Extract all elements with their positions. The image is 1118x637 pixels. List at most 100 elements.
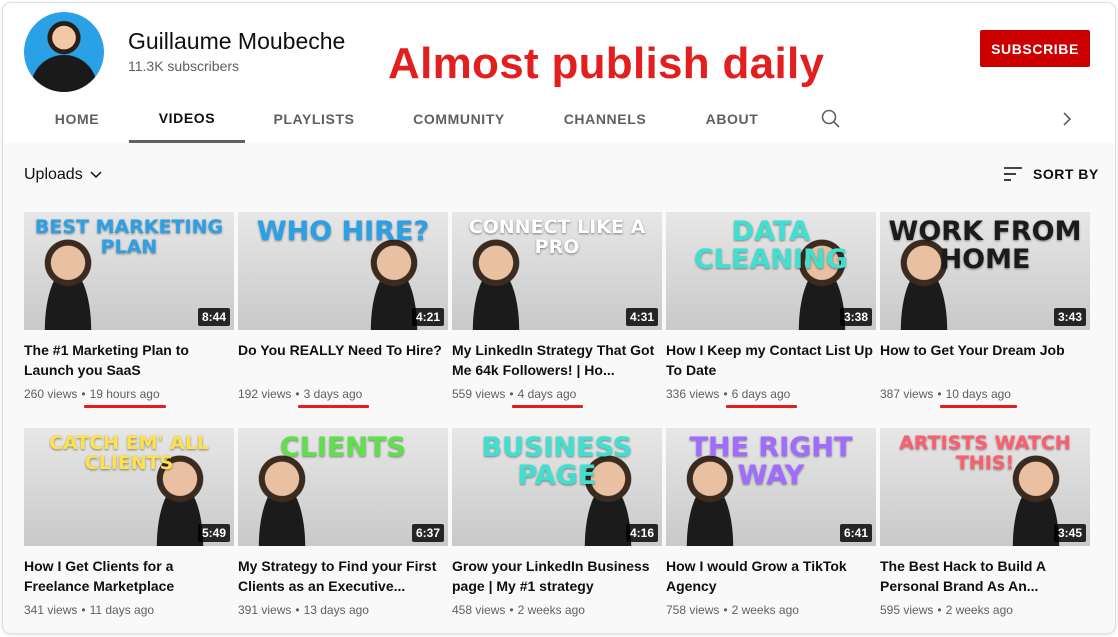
- tab-playlists[interactable]: PLAYLISTS: [273, 95, 354, 143]
- video-thumbnail[interactable]: WORK FROM HOME 3:43: [880, 212, 1090, 330]
- subscribe-button[interactable]: SUBSCRIBE: [980, 30, 1090, 67]
- video-meta: 341 views • 11 days ago: [24, 603, 234, 617]
- thumbnail-text: ARTISTS WATCH THIS!: [899, 432, 1071, 474]
- video-thumbnail[interactable]: DATA CLEANING 3:38: [666, 212, 876, 330]
- video-age: 6 days ago: [731, 387, 791, 401]
- video-age: 13 days ago: [303, 603, 369, 617]
- thumbnail-text: BUSINESS PAGE: [481, 432, 633, 492]
- channel-tabs: HOME VIDEOS PLAYLISTS COMMUNITY CHANNELS…: [3, 95, 1115, 143]
- video-title[interactable]: Do You REALLY Need To Hire?: [238, 340, 448, 380]
- video-title[interactable]: The #1 Marketing Plan to Launch you SaaS: [24, 340, 234, 380]
- meta-separator: •: [81, 603, 86, 617]
- video-views: 595 views: [880, 603, 934, 617]
- thumbnail-text: WHO HIRE?: [256, 216, 430, 247]
- video-card[interactable]: WHO HIRE? 4:21 Do You REALLY Need To Hire?…: [238, 212, 448, 408]
- video-age: 2 weeks ago: [731, 603, 799, 617]
- meta-separator: •: [723, 387, 728, 401]
- video-duration: 8:44: [197, 308, 230, 326]
- video-duration: 3:43: [1053, 308, 1086, 326]
- video-views: 391 views: [238, 603, 292, 617]
- meta-separator: •: [509, 603, 514, 617]
- video-card[interactable]: CLIENTS 6:37 My Strategy to Find your Firs…: [238, 428, 448, 617]
- video-card[interactable]: THE RIGHT WAY 6:41 How I would Grow a TikT…: [666, 428, 876, 617]
- meta-separator: •: [81, 387, 86, 401]
- video-views: 192 views: [238, 387, 292, 401]
- red-underline-annotation: [512, 405, 583, 408]
- video-views: 336 views: [666, 387, 720, 401]
- video-title[interactable]: Grow your LinkedIn Business page | My #1…: [452, 556, 662, 596]
- red-underline-annotation: [84, 405, 166, 408]
- video-age: 10 days ago: [945, 387, 1011, 401]
- video-title[interactable]: How I Keep my Contact List Up To Date: [666, 340, 876, 380]
- video-age: 2 weeks ago: [517, 603, 585, 617]
- video-thumbnail[interactable]: BUSINESS PAGE 4:16: [452, 428, 662, 546]
- tab-community[interactable]: COMMUNITY: [413, 95, 504, 143]
- channel-avatar[interactable]: [24, 12, 104, 92]
- video-duration: 3:45: [1053, 524, 1086, 542]
- video-thumbnail[interactable]: CONNECT LIKE A PRO 4:31: [452, 212, 662, 330]
- video-views: 387 views: [880, 387, 934, 401]
- video-meta: 595 views • 2 weeks ago: [880, 603, 1090, 617]
- chevron-down-icon: [90, 171, 102, 179]
- sort-by-button[interactable]: SORT BY: [1003, 166, 1099, 182]
- video-title[interactable]: How I Get Clients for a Freelance Market…: [24, 556, 234, 596]
- chevron-right-icon[interactable]: [1055, 107, 1079, 131]
- sort-by-label: SORT BY: [1033, 166, 1099, 182]
- thumbnail-text: WORK FROM HOME: [888, 216, 1082, 276]
- video-views: 758 views: [666, 603, 720, 617]
- channel-header: Guillaume Moubeche 11.3K subscribers Alm…: [3, 3, 1115, 143]
- video-title[interactable]: How to Get Your Dream Job: [880, 340, 1090, 380]
- video-card[interactable]: CATCH EM' ALL CLIENTS 5:49 How I Get Clien…: [24, 428, 234, 617]
- video-meta: 758 views • 2 weeks ago: [666, 603, 876, 617]
- red-underline-annotation: [940, 405, 1017, 408]
- meta-separator: •: [937, 387, 942, 401]
- video-duration: 5:49: [197, 524, 230, 542]
- video-thumbnail[interactable]: BEST MARKETING PLAN 8:44: [24, 212, 234, 330]
- meta-separator: •: [723, 603, 728, 617]
- uploads-dropdown[interactable]: Uploads: [24, 166, 103, 184]
- thumbnail-text: BEST MARKETING PLAN: [34, 216, 224, 258]
- video-card[interactable]: BEST MARKETING PLAN 8:44 The #1 Marketing …: [24, 212, 234, 408]
- video-title[interactable]: My LinkedIn Strategy That Got Me 64k Fol…: [452, 340, 662, 380]
- tab-home[interactable]: HOME: [55, 95, 99, 143]
- thumbnail-person: [246, 450, 318, 546]
- video-thumbnail[interactable]: CATCH EM' ALL CLIENTS 5:49: [24, 428, 234, 546]
- search-icon[interactable]: [819, 107, 843, 131]
- tab-videos[interactable]: VIDEOS: [129, 95, 245, 143]
- video-meta: 260 views • 19 hours ago: [24, 387, 234, 401]
- video-card[interactable]: WORK FROM HOME 3:43 How to Get Your Dream …: [880, 212, 1090, 408]
- video-card[interactable]: BUSINESS PAGE 4:16 Grow your LinkedIn Busi…: [452, 428, 662, 617]
- video-title[interactable]: My Strategy to Find your First Clients a…: [238, 556, 448, 596]
- video-age: 3 days ago: [303, 387, 363, 401]
- tab-about[interactable]: ABOUT: [706, 95, 758, 143]
- video-duration: 4:31: [625, 308, 658, 326]
- tab-channels[interactable]: CHANNELS: [564, 95, 646, 143]
- meta-separator: •: [295, 603, 300, 617]
- meta-separator: •: [509, 387, 514, 401]
- channel-name: Guillaume Moubeche: [128, 28, 346, 54]
- video-card[interactable]: CONNECT LIKE A PRO 4:31 My LinkedIn Strate…: [452, 212, 662, 408]
- video-thumbnail[interactable]: CLIENTS 6:37: [238, 428, 448, 546]
- video-age: 4 days ago: [517, 387, 577, 401]
- video-thumbnail[interactable]: ARTISTS WATCH THIS! 3:45: [880, 428, 1090, 546]
- video-title[interactable]: The Best Hack to Build A Personal Brand …: [880, 556, 1090, 596]
- video-meta: 387 views • 10 days ago: [880, 387, 1090, 401]
- thumbnail-text: CONNECT LIKE A PRO: [468, 216, 646, 258]
- video-card[interactable]: DATA CLEANING 3:38 How I Keep my Contact L…: [666, 212, 876, 408]
- video-thumbnail[interactable]: WHO HIRE? 4:21: [238, 212, 448, 330]
- subscriber-count: 11.3K subscribers: [128, 58, 240, 74]
- video-views: 341 views: [24, 603, 78, 617]
- video-meta: 458 views • 2 weeks ago: [452, 603, 662, 617]
- video-age: 11 days ago: [89, 603, 155, 617]
- video-card[interactable]: ARTISTS WATCH THIS! 3:45 The Best Hack to …: [880, 428, 1090, 617]
- video-meta: 336 views • 6 days ago: [666, 387, 876, 401]
- video-meta: 192 views • 3 days ago: [238, 387, 448, 401]
- video-thumbnail[interactable]: THE RIGHT WAY 6:41: [666, 428, 876, 546]
- meta-separator: •: [295, 387, 300, 401]
- video-title[interactable]: How I would Grow a TikTok Agency: [666, 556, 876, 596]
- sort-icon: [1004, 167, 1022, 181]
- video-age: 2 weeks ago: [945, 603, 1013, 617]
- video-age: 19 hours ago: [89, 387, 160, 401]
- video-meta: 559 views • 4 days ago: [452, 387, 662, 401]
- uploads-label: Uploads: [24, 166, 83, 183]
